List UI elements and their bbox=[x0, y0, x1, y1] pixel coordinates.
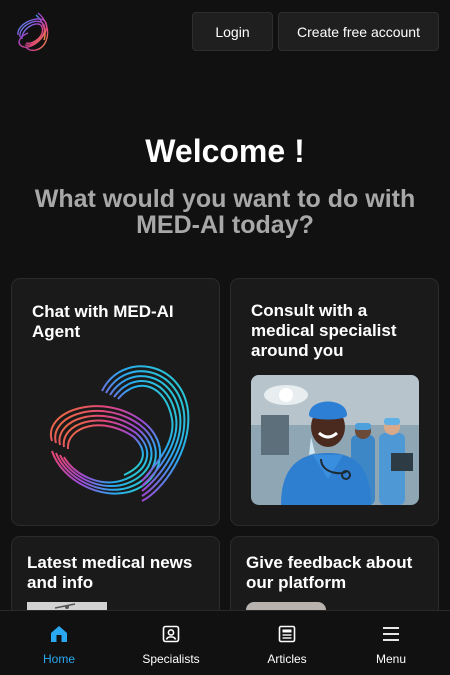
card-title: Latest medical news and info bbox=[27, 553, 193, 592]
create-account-button[interactable]: Create free account bbox=[278, 12, 439, 51]
app-header: Login Create free account bbox=[0, 0, 450, 64]
nav-articles[interactable]: Articles bbox=[237, 611, 337, 675]
nav-label: Home bbox=[42, 652, 75, 666]
chat-agent-card[interactable]: Chat with MED-AI Agent bbox=[11, 278, 220, 526]
nav-label: Specialists bbox=[142, 652, 200, 666]
welcome-heading: Welcome ! bbox=[145, 133, 305, 169]
card-title: Give feedback about our platform bbox=[246, 553, 413, 592]
surgeon-photo bbox=[251, 375, 419, 505]
home-icon bbox=[51, 626, 67, 642]
nav-menu[interactable]: Menu bbox=[341, 611, 441, 675]
card-title: Chat with MED-AI Agent bbox=[32, 302, 174, 341]
card-title: Consult with a medical specialist around… bbox=[251, 301, 397, 360]
hamburger-menu-icon bbox=[383, 627, 399, 641]
welcome-subtitle: What would you want to do with MED-AI to… bbox=[34, 185, 416, 239]
specialist-badge-icon bbox=[162, 625, 180, 643]
nav-label: Articles bbox=[267, 652, 307, 666]
nav-label: Menu bbox=[375, 652, 407, 666]
nav-home[interactable]: Home bbox=[9, 611, 109, 675]
login-button[interactable]: Login bbox=[192, 12, 273, 51]
consult-specialist-card[interactable]: Consult with a medical specialist around… bbox=[230, 278, 439, 526]
med-ai-logo-icon[interactable] bbox=[12, 9, 54, 55]
article-icon bbox=[278, 625, 296, 643]
ribbon-logo-art-icon bbox=[49, 365, 190, 502]
bottom-navigation: Home Specialists Articles Menu bbox=[0, 610, 450, 675]
nav-specialists[interactable]: Specialists bbox=[121, 611, 221, 675]
